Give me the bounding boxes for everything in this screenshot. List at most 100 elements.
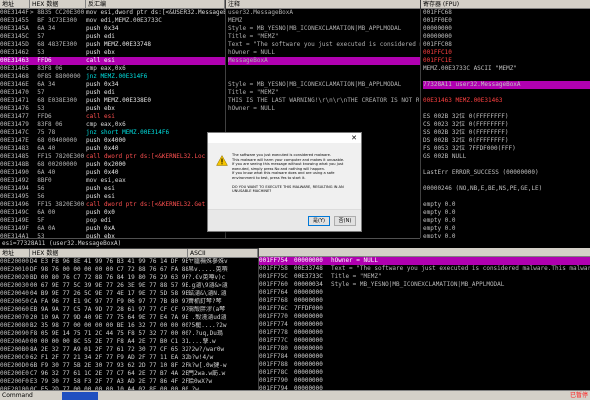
register-row[interactable]: FS 0053 32位 7FFDF000(FFF) <box>423 145 590 153</box>
comment-row[interactable]: Style = MB_YESNO|MB_ICONEXCLAMATION|MB_A… <box>228 81 420 89</box>
disasm-row[interactable]: 00E31463 FFD6 call esi <box>0 57 225 65</box>
disasm-row[interactable]: 00E31496 FF15 3820E300 call dword ptr ds:… <box>0 201 225 209</box>
close-icon[interactable]: ✕ <box>351 133 357 143</box>
disasm-row[interactable]: 00E31476 53 push ebx <box>0 105 225 113</box>
stack-row[interactable]: 001FF790 00000000 <box>259 377 590 385</box>
comment-row[interactable]: Style = MB_YESNO|MB_ICONEXCLAMATION|MB_A… <box>228 25 420 33</box>
dump-row[interactable]: 00E20020BD 00 80 76 C7 72 88 76 84 19 80… <box>0 274 258 282</box>
register-row[interactable]: empty 0.0 <box>423 225 590 233</box>
stack-row[interactable]: 001FF78C 00000000 <box>259 369 590 377</box>
register-row[interactable]: 00000000 <box>423 25 590 33</box>
register-row[interactable]: empty 0.0 <box>423 201 590 209</box>
register-row[interactable]: empty 0.0 <box>423 233 590 238</box>
disasm-row[interactable]: 00E31470 57 push edi <box>0 89 225 97</box>
disasm-row[interactable]: 00E3144F> 8B35 CC20E300 mov esi,dword ptr… <box>0 9 225 17</box>
comment-row[interactable]: MEMZ <box>228 17 420 25</box>
disasm-row[interactable]: 00E31485 FF15 7820E300 call dword ptr ds:… <box>0 153 225 161</box>
disasm-row[interactable]: 00E31492 8BF0 mov esi,eax <box>0 177 225 185</box>
disasm-row[interactable]: 00E31455 BF 3C73E300 mov edi,MEMZ.00E3733… <box>0 17 225 25</box>
disasm-row[interactable]: 00E3147E 68 00400000 push 0x4000 <box>0 137 225 145</box>
disasm-row[interactable]: 00E3145A 6A 34 push 0x34 <box>0 25 225 33</box>
cpu-disassembly-pane[interactable]: 地址 HEX 数据 反汇编 00E3144F> 8B35 CC20E300 mov e… <box>0 0 225 238</box>
register-row[interactable]: LastErr ERROR_SUCCESS (00000000) <box>423 169 590 177</box>
disasm-row[interactable]: 00E3148B 68 00200000 push 0x2000 <box>0 161 225 169</box>
register-row[interactable]: DS 002B 32位 0(FFFFFFFF) <box>423 137 590 145</box>
register-row[interactable]: 001FFC68 <box>423 9 590 17</box>
dump-row[interactable]: 00E20000D4 E3 FB 96 8E 41 99 76 B3 41 99… <box>0 258 258 266</box>
stack-row[interactable]: 001FF754 00000000 hOwner = NULL <box>259 257 590 265</box>
comment-row[interactable]: hOwner = NULL <box>228 49 420 57</box>
stack-rows[interactable]: 001FF754 00000000 hOwner = NULL 001FF758 00E… <box>259 257 590 390</box>
stack-row[interactable]: 001FF774 00000000 <box>259 321 590 329</box>
comment-row[interactable]: Title = "MEMZ" <box>228 89 420 97</box>
disasm-row[interactable]: 00E3145C 57 push edi <box>0 33 225 41</box>
disasm-row[interactable]: 00E31479 83F8 06 cmp eax,0x6 <box>0 121 225 129</box>
register-row[interactable]: empty 0.0 <box>423 217 590 225</box>
dump-row[interactable]: 00E200D06B F9 30 77 5B 2E 30 77 93 62 2D… <box>0 362 258 370</box>
comment-row[interactable]: user32.MessageBoxA <box>228 9 420 17</box>
disasm-row[interactable]: 00E3149E 5F pop edi <box>0 217 225 225</box>
dump-row[interactable]: 00E2004004 B9 9E 77 26 5C 9E 77 4E 17 9E… <box>0 290 258 298</box>
register-row[interactable]: empty 0.0 <box>423 209 590 217</box>
register-row[interactable]: 001FFC08 <box>423 41 590 49</box>
dump-row[interactable]: 00E200A000 00 00 00 8C 55 2E 77 F8 A4 2E… <box>0 338 258 346</box>
dump-row[interactable]: 00E200C062 F1 2F 77 21 34 2F 77 F9 AD 2F… <box>0 354 258 362</box>
disasm-row[interactable]: 00E31471 68 E038E300 push MEMZ.00E338E0 <box>0 97 225 105</box>
stack-row[interactable]: 001FF760 00000034 Style = MB_YESNO|MB_ICON… <box>259 281 590 289</box>
register-row[interactable]: 00E31463 MEMZ.00E31463 <box>423 97 590 105</box>
disasm-row[interactable]: 00E3149F 6A 0A push 0xA <box>0 225 225 233</box>
register-row[interactable]: 00000246 (NO,NB,E,BE,NS,PE,GE,LE) <box>423 185 590 193</box>
register-row[interactable]: SS 002B 32位 0(FFFFFFFF) <box>423 129 590 137</box>
register-row[interactable]: 00000000 <box>423 33 590 41</box>
registers-pane[interactable]: 寄存器 (FPU) 001FFC68 001FF0E0 00000000 000000… <box>420 0 590 238</box>
dump-header-ascii[interactable]: ASCII <box>188 249 258 257</box>
dump-row[interactable]: 00E20080B2 35 98 77 00 00 00 00 BE 16 32… <box>0 322 258 330</box>
cpu-rows[interactable]: 00E3144F> 8B35 CC20E300 mov esi,dword ptr… <box>0 9 225 238</box>
command-input[interactable] <box>62 392 98 400</box>
disasm-row[interactable]: 00E31465 83F8 06 cmp eax,0x6 <box>0 65 225 73</box>
comment-row[interactable] <box>228 65 420 73</box>
stack-pane[interactable]: 001FF754 00000000 hOwner = NULL 001FF758 00E… <box>258 248 590 390</box>
stack-row[interactable]: 001FF75C 00E3733C Title = "MEMZ" <box>259 273 590 281</box>
comment-row[interactable]: hOwner = NULL <box>228 105 420 113</box>
comment-row[interactable]: Title = "MEMZ" <box>228 33 420 41</box>
register-row[interactable] <box>423 161 590 169</box>
comment-row[interactable] <box>228 121 420 129</box>
register-row[interactable] <box>423 177 590 185</box>
stack-row[interactable]: 001FF780 00000000 <box>259 345 590 353</box>
disasm-row[interactable]: 00E3146E 6A 34 push 0x34 <box>0 81 225 89</box>
register-row[interactable]: 001FFC1E <box>423 57 590 65</box>
comment-row[interactable] <box>228 73 420 81</box>
stack-row[interactable]: 001FF764 00000000 <box>259 289 590 297</box>
dump-row[interactable]: 00E20050CA FA 96 77 E1 9C 97 77 F9 06 97… <box>0 298 258 306</box>
registers-header-label[interactable]: 寄存器 (FPU) <box>421 0 590 8</box>
disasm-row[interactable]: 00E3147C 75 78 jnz short MEMZ.00E314F6 <box>0 129 225 137</box>
comment-row[interactable]: Text = "The software you just executed i… <box>228 41 420 49</box>
disasm-row[interactable]: 00E31490 6A 40 push 0x40 <box>0 169 225 177</box>
disasm-row[interactable]: 00E31468 0F85 8800000 jnz MEMZ.00E314F6 <box>0 73 225 81</box>
stack-row[interactable]: 001FF778 00000000 <box>259 329 590 337</box>
cpu-header-disasm[interactable]: 反汇编 <box>86 0 225 8</box>
dump-rows[interactable]: 00E20000D4 E3 FB 96 8E 41 99 76 B3 41 99… <box>0 258 258 390</box>
no-button[interactable]: 否(N) <box>334 216 356 226</box>
register-row[interactable]: GS 002B NULL <box>423 153 590 161</box>
yes-button[interactable]: 是(Y) <box>308 216 330 226</box>
cpu-header-hex[interactable]: HEX 数据 <box>30 0 86 8</box>
dump-row[interactable]: 00E2003000 67 9E 77 5C 39 9E 77 26 3E 9E… <box>0 282 258 290</box>
stack-row[interactable]: 001FF76C 7FFDF000 <box>259 305 590 313</box>
dump-row[interactable]: 00E20090F8 05 9E 14 75 71 2C 44 75 F8 57… <box>0 330 258 338</box>
dialog-titlebar[interactable]: ✕ <box>208 133 361 143</box>
register-row[interactable]: MEMZ.00E3733C ASCII "MEMZ" <box>423 65 590 73</box>
register-row[interactable] <box>423 89 590 97</box>
disasm-row[interactable]: 00E31477 FFD6 call esi <box>0 113 225 121</box>
dump-header-address[interactable]: 地址 <box>0 249 30 257</box>
stack-row[interactable]: 001FF784 00000000 <box>259 353 590 361</box>
disasm-row[interactable]: 00E3149C 6A 00 push 0x0 <box>0 209 225 217</box>
register-row[interactable]: 001FFC10 <box>423 49 590 57</box>
dump-header-hex[interactable]: HEX 数据 <box>30 249 188 257</box>
memory-dump-pane[interactable]: 地址 HEX 数据 ASCII 00E20000D4 E3 FB 96 8E 41 … <box>0 248 258 390</box>
stack-row[interactable]: 001FF758 00E33748 Text = "The software you… <box>259 265 590 273</box>
dump-row[interactable]: 00E20060EB 9A 9A 77 C5 7A 9D 77 28 61 97… <box>0 306 258 314</box>
dump-row[interactable]: 00E200B08A 2E 32 77 A9 01 2F 77 61 72 30… <box>0 346 258 354</box>
comment-row[interactable]: THIS IS THE LAST WARNING!\r\n\r\nTHE CRE… <box>228 97 420 105</box>
